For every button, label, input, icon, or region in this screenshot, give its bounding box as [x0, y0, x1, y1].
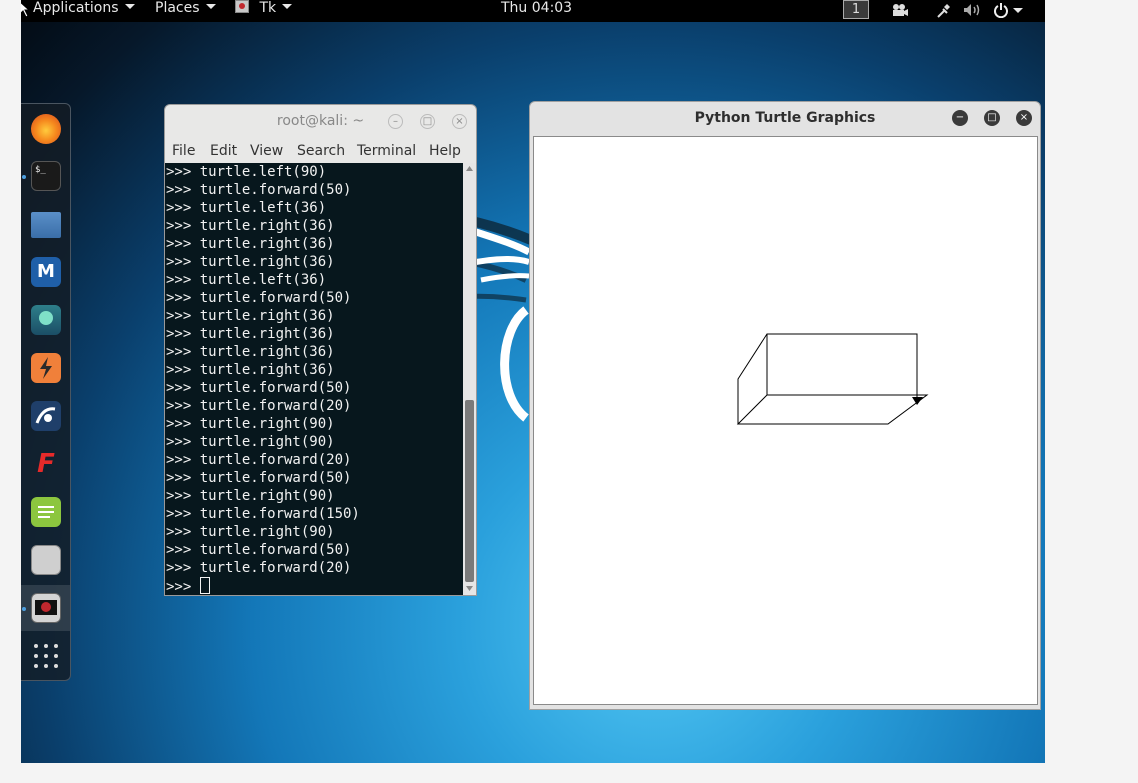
terminal-line: >>> turtle.forward(20) [166, 398, 352, 414]
drawn-path [736, 394, 929, 425]
applications-label: Applications [33, 0, 119, 16]
terminal-line: >>> turtle.forward(150) [166, 506, 360, 522]
drawn-path [737, 333, 918, 424]
armitage-icon[interactable] [31, 305, 61, 335]
terminal-line: >>> turtle.right(36) [166, 326, 335, 342]
minimize-button[interactable]: – [388, 114, 403, 129]
active-app-label: Tk [259, 0, 277, 16]
menu-terminal[interactable]: Terminal [357, 139, 416, 163]
metasploit-icon[interactable]: M [31, 257, 61, 287]
terminal-line: >>> turtle.left(90) [166, 164, 327, 180]
tk-app-icon [235, 0, 249, 13]
terminal-line: >>> turtle.right(90) [166, 488, 335, 504]
places-menu[interactable]: Places [155, 0, 216, 22]
cutycapt-icon[interactable] [31, 545, 61, 575]
menu-edit[interactable]: Edit [210, 139, 237, 163]
turtle-canvas[interactable] [533, 136, 1038, 705]
terminal-line: >>> turtle.right(90) [166, 434, 335, 450]
terminal-line: >>> turtle.forward(50) [166, 380, 352, 396]
scroll-up-arrow-icon[interactable] [465, 165, 474, 172]
terminal-line: >>> turtle.forward(50) [166, 470, 352, 486]
files-icon[interactable] [31, 212, 61, 238]
close-button[interactable]: × [452, 114, 467, 129]
volume-icon[interactable] [963, 3, 981, 17]
beef-icon[interactable] [31, 401, 61, 431]
maximize-button[interactable]: □ [984, 110, 1000, 126]
tk-app-icon[interactable] [31, 593, 61, 623]
text-cursor [199, 577, 210, 594]
menu-help[interactable]: Help [429, 139, 461, 163]
terminal-icon[interactable]: $_ [31, 161, 61, 191]
mouse-pointer-icon [21, 2, 30, 18]
chevron-down-icon [282, 4, 293, 9]
terminal-scrollbar[interactable] [463, 163, 476, 595]
running-indicator [22, 175, 26, 179]
terminal-line: >>> turtle.right(90) [166, 524, 335, 540]
system-menu-chevron-icon[interactable] [1013, 8, 1023, 13]
terminal-line: >>> turtle.right(36) [166, 344, 335, 360]
terminal-line: >>> turtle.right(36) [166, 236, 335, 252]
terminal-line: >>> turtle.right(36) [166, 308, 335, 324]
terminal-line: >>> turtle.forward(50) [166, 290, 352, 306]
dash-dock: $_ M F [21, 103, 71, 681]
top-panel: Applications Places Tk Thu 04:03 1 [21, 0, 1045, 22]
terminal-menubar: File Edit View Search Terminal Help [165, 139, 476, 163]
menu-file[interactable]: File [172, 139, 195, 163]
terminal-lines: >>> turtle.left(90) >>> turtle.forward(50… [166, 163, 463, 577]
faraday-icon[interactable]: F [31, 449, 61, 479]
menu-view[interactable]: View [250, 139, 283, 163]
show-apps-icon[interactable] [31, 641, 61, 671]
terminal-prompt-line[interactable]: >>> [166, 577, 463, 595]
terminal-prompt: >>> [166, 579, 200, 595]
turtle-cursor-icon [912, 397, 923, 405]
terminal-line: >>> turtle.left(36) [166, 272, 327, 288]
terminal-line: >>> turtle.right(90) [166, 416, 335, 432]
scrollbar-thumb[interactable] [465, 400, 474, 582]
terminal-output[interactable]: >>> turtle.left(90) >>> turtle.forward(50… [165, 163, 463, 595]
burpsuite-icon[interactable] [31, 353, 61, 383]
terminal-line: >>> turtle.right(36) [166, 362, 335, 378]
terminal-line: >>> turtle.right(36) [166, 254, 335, 270]
turtle-drawing [736, 333, 929, 425]
power-icon[interactable] [993, 2, 1009, 18]
close-button[interactable]: × [1016, 110, 1032, 126]
maximize-button[interactable]: □ [420, 114, 435, 129]
firefox-icon[interactable] [31, 114, 61, 144]
chevron-down-icon [124, 4, 135, 9]
minimize-button[interactable]: − [952, 110, 968, 126]
desktop: Applications Places Tk Thu 04:03 1 $_ M … [21, 0, 1045, 763]
terminal-line: >>> turtle.forward(20) [166, 560, 352, 576]
network-wired-icon[interactable] [936, 2, 952, 18]
video-camera-icon[interactable] [891, 3, 909, 17]
active-app-menu[interactable]: Tk [235, 0, 293, 22]
chevron-down-icon [205, 4, 216, 9]
terminal-line: >>> turtle.forward(50) [166, 182, 352, 198]
menu-search[interactable]: Search [297, 139, 345, 163]
terminal-line: >>> turtle.forward(50) [166, 542, 352, 558]
running-indicator [22, 607, 26, 611]
places-label: Places [155, 0, 200, 16]
terminal-window[interactable]: root@kali: ~ – □ × File Edit View Search… [164, 104, 477, 596]
leafpad-icon[interactable] [31, 497, 61, 527]
clock[interactable]: Thu 04:03 [501, 0, 572, 22]
turtle-graphics-window[interactable]: Python Turtle Graphics − □ × [529, 101, 1041, 710]
workspace-indicator[interactable]: 1 [843, 0, 869, 19]
applications-menu[interactable]: Applications [33, 0, 135, 22]
terminal-line: >>> turtle.right(36) [166, 218, 335, 234]
terminal-line: >>> turtle.forward(20) [166, 452, 352, 468]
terminal-line: >>> turtle.left(36) [166, 200, 327, 216]
scroll-down-arrow-icon[interactable] [465, 585, 474, 592]
